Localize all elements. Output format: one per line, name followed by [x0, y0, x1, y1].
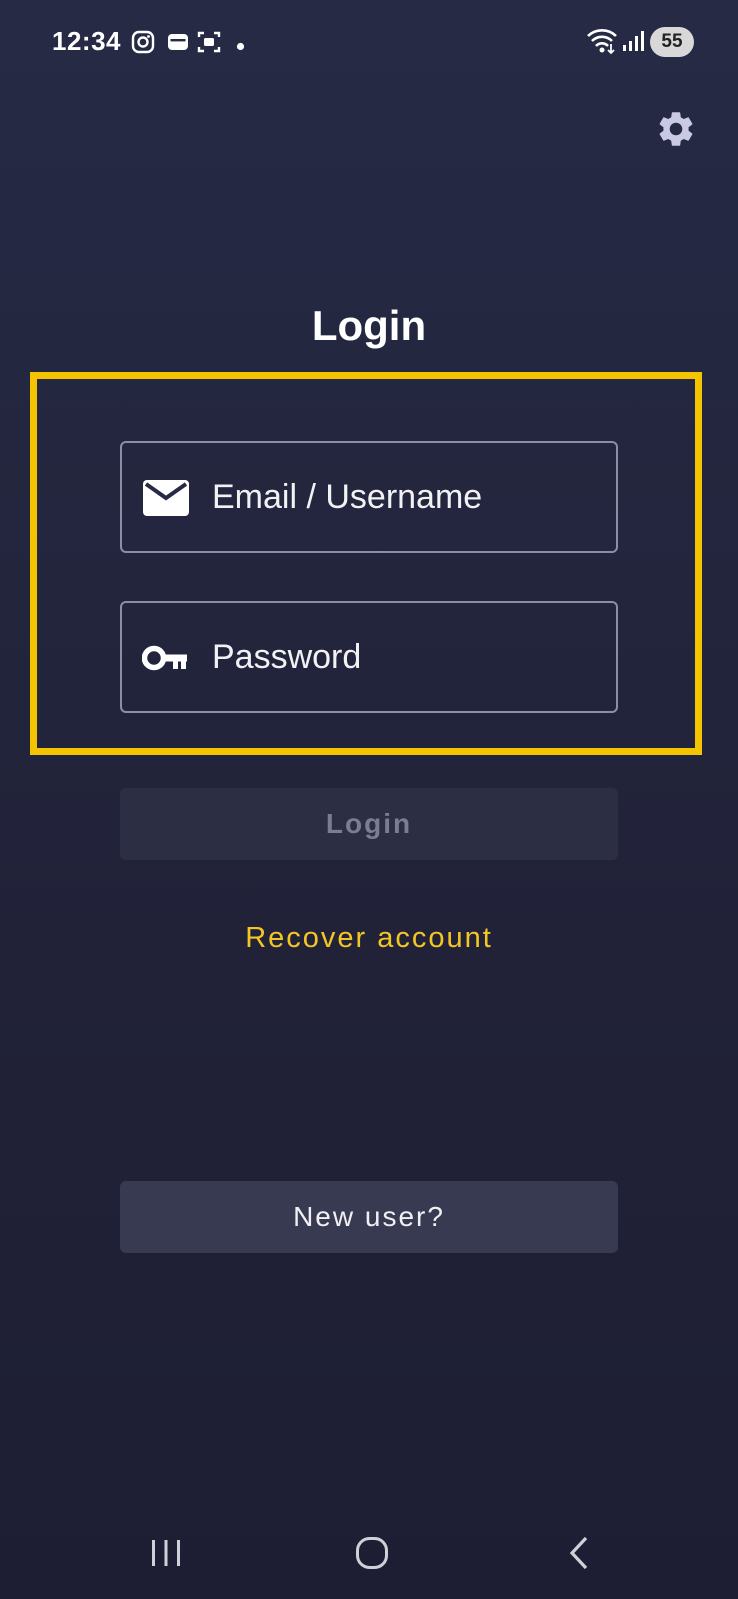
status-time: 12:34 [52, 26, 121, 56]
signal-icon [622, 30, 644, 57]
password-field[interactable]: Password [120, 601, 618, 713]
home-icon[interactable] [355, 1536, 389, 1575]
wallet-icon [166, 30, 190, 59]
battery-indicator: 55 [650, 27, 694, 57]
back-icon[interactable] [568, 1536, 590, 1575]
recover-account-link[interactable]: Recover account [0, 922, 738, 955]
new-user-button[interactable]: New user? [120, 1181, 618, 1253]
gear-icon[interactable] [655, 108, 697, 150]
page-title: Login [311, 302, 427, 349]
email-field[interactable]: Email / Username [120, 441, 618, 553]
email-placeholder: Email / Username [212, 478, 483, 516]
wifi-icon [586, 27, 618, 60]
status-bar: 12:34 55 [0, 0, 738, 86]
key-icon [141, 644, 188, 677]
password-placeholder: Password [212, 638, 362, 676]
login-button[interactable]: Login [120, 788, 618, 860]
mail-icon [142, 479, 190, 522]
recents-icon[interactable] [150, 1539, 182, 1572]
instagram-icon [131, 30, 155, 59]
navigation-bar [0, 1503, 738, 1599]
dot-icon [236, 38, 245, 56]
screenshot-icon [197, 30, 221, 59]
